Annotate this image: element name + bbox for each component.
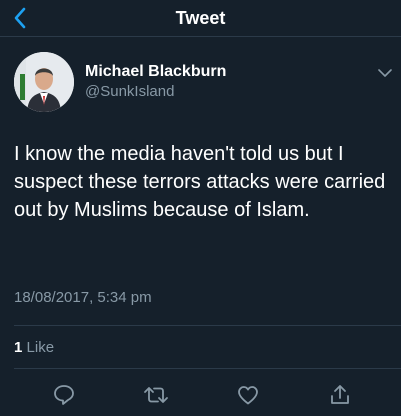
author-name[interactable]: Michael Blackburn [85,62,226,82]
like-button[interactable] [235,382,261,408]
tweet-timestamp: 18/08/2017, 5:34 pm [14,289,152,306]
author-handle[interactable]: @SunkIsland [85,82,226,102]
tweet-text: I know the media haven't told us but I s… [14,143,386,221]
share-button[interactable] [327,382,353,408]
like-icon [238,386,258,405]
divider [14,368,401,369]
navigation-bar: Tweet [0,0,401,37]
tweet-header: Michael Blackburn @SunkIsland [14,52,394,118]
page-title: Tweet [175,8,226,28]
likes-stat[interactable]: 1 Like [14,339,54,356]
retweet-icon [144,387,168,403]
author-info[interactable]: Michael Blackburn @SunkIsland [85,62,226,102]
retweet-button[interactable] [143,382,169,408]
reply-button[interactable] [51,382,77,408]
divider [14,325,401,326]
likes-label: Like [26,339,55,356]
more-options-button[interactable] [376,66,394,80]
likes-count: 1 [14,339,23,356]
avatar[interactable] [14,52,74,112]
reply-icon [54,385,74,405]
chevron-down-icon [378,69,392,77]
share-icon [331,385,349,404]
action-bar [0,376,401,412]
